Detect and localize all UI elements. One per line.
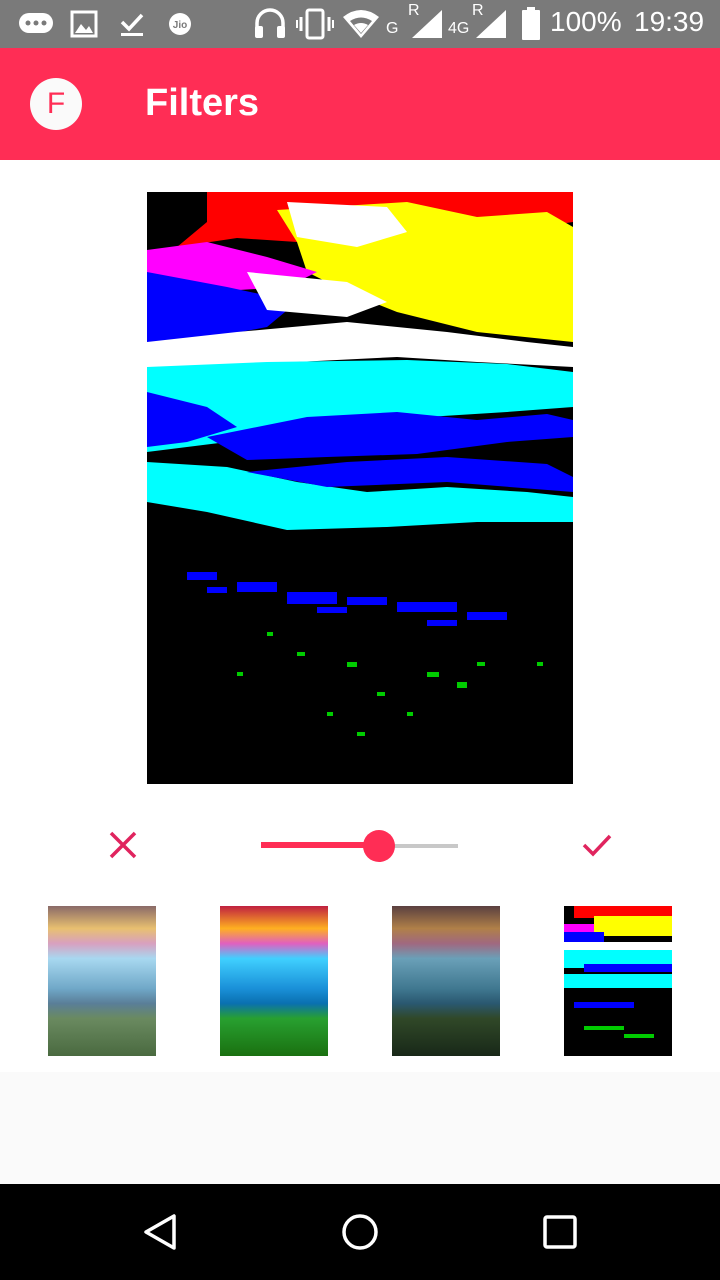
svg-text:Jio: Jio xyxy=(173,20,187,31)
slider-fill xyxy=(261,842,379,848)
avatar[interactable]: F xyxy=(30,78,82,130)
navigation-bar xyxy=(0,1184,720,1280)
slider-thumb[interactable] xyxy=(363,830,395,862)
recents-button[interactable] xyxy=(536,1208,584,1256)
back-icon xyxy=(144,1214,176,1250)
page-title: Filters xyxy=(145,82,260,124)
back-button[interactable] xyxy=(136,1208,184,1256)
gallery-icon xyxy=(70,8,98,40)
filter-thumbnail-vivid[interactable] xyxy=(220,906,328,1056)
intensity-slider[interactable] xyxy=(261,830,458,862)
editor-content xyxy=(0,160,720,1072)
check-icon xyxy=(582,834,612,857)
download-done-icon xyxy=(118,8,146,40)
home-button[interactable] xyxy=(336,1208,384,1256)
filter-thumbnails xyxy=(0,906,720,1056)
headset-icon xyxy=(252,8,288,40)
apply-button[interactable] xyxy=(574,822,620,868)
filter-thumbnail-dark[interactable] xyxy=(392,906,500,1056)
chat-icon xyxy=(18,8,54,40)
network-g-label: G xyxy=(386,20,399,37)
recents-icon xyxy=(543,1215,577,1249)
home-icon xyxy=(342,1214,378,1250)
app-bar: F Filters xyxy=(0,48,720,160)
signal-icon xyxy=(410,8,444,40)
status-bar: Jio G R 4G R 100% 19:39 xyxy=(0,0,720,48)
clock: 19:39 xyxy=(634,6,705,37)
cancel-button[interactable] xyxy=(100,822,146,868)
avatar-letter: F xyxy=(46,87,66,120)
battery-percent: 100% xyxy=(550,6,622,37)
vibrate-icon xyxy=(296,8,334,40)
network-4g-label: 4G xyxy=(448,20,470,37)
close-icon xyxy=(109,831,137,859)
filter-thumbnail-faded[interactable] xyxy=(48,906,156,1056)
signal-icon xyxy=(474,8,508,40)
filter-thumbnail-posterize[interactable] xyxy=(564,906,672,1056)
jio-icon: Jio xyxy=(168,8,192,40)
wifi-icon xyxy=(342,8,380,40)
filtered-image-preview xyxy=(147,192,573,784)
adjust-controls xyxy=(0,810,720,880)
battery-icon xyxy=(520,7,542,40)
